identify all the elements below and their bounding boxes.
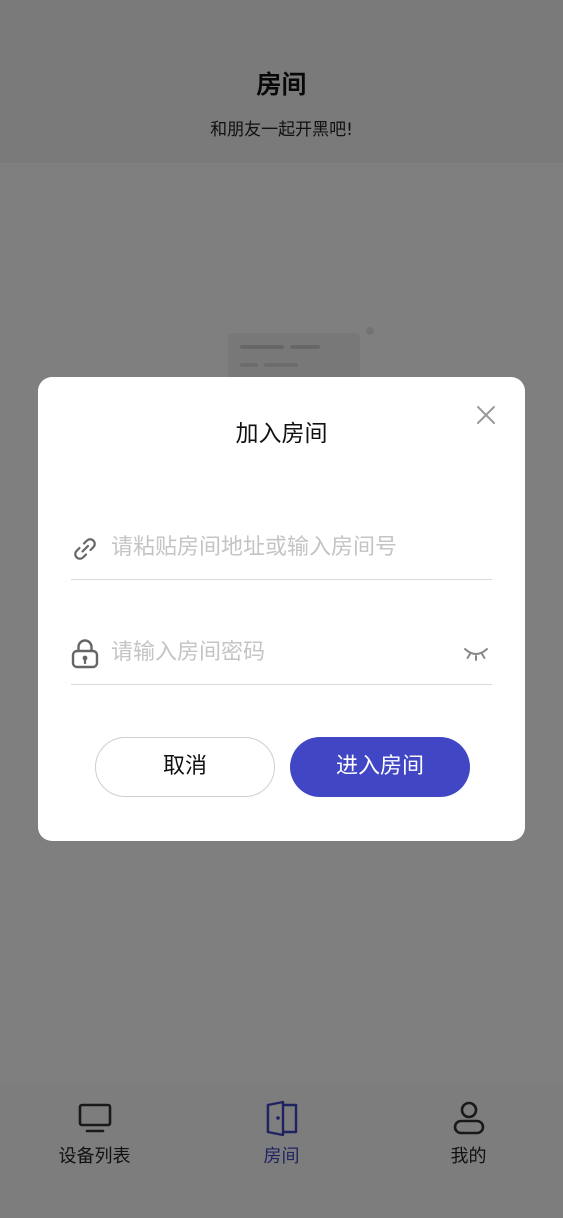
dialog-title: 加入房间 [235,421,328,447]
enter-room-button[interactable]: 进入房间 [290,737,470,797]
close-icon[interactable] [472,401,500,429]
room-address-field [71,517,492,580]
room-address-input[interactable] [111,529,451,565]
join-room-dialog: 加入房间 取消 进入房间 [38,377,525,841]
eye-closed-icon[interactable] [462,642,490,664]
room-password-input[interactable] [111,634,451,670]
lock-icon [71,639,99,669]
link-icon [74,538,96,560]
room-password-field [71,622,492,685]
cancel-button[interactable]: 取消 [95,737,275,797]
